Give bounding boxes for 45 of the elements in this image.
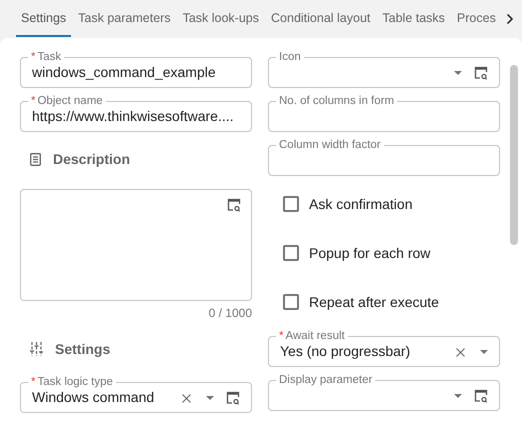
field-label: * Task logic type (31, 376, 113, 388)
sliders-icon (30, 342, 43, 356)
checkbox-label: Popup for each row (309, 244, 430, 263)
form-field[interactable]: Icon (268, 51, 500, 88)
field-label: * Object name (31, 95, 103, 107)
section-heading: Settings (55, 340, 110, 359)
lookup-icon[interactable] (474, 66, 488, 80)
dropdown-caret-icon[interactable] (206, 396, 214, 400)
lookup-icon[interactable] (474, 389, 488, 403)
tab[interactable]: Conditional layout (266, 0, 376, 37)
field-label: * Await result (279, 330, 345, 342)
character-counter: 0 / 1000 (208, 305, 252, 322)
section-heading: Description (53, 150, 130, 169)
document-icon (30, 152, 41, 166)
field-label: Icon (279, 51, 301, 63)
checkbox[interactable] (283, 196, 299, 212)
dropdown-caret-icon[interactable] (454, 394, 462, 398)
field-value: Windows command (32, 389, 154, 405)
form-field[interactable]: Display parameter (268, 374, 500, 411)
field-value: Yes (no progressbar) (280, 343, 410, 359)
tab[interactable]: Task look-ups (178, 0, 264, 37)
checkbox[interactable] (283, 245, 299, 261)
field-value: windows_command_example (32, 64, 216, 80)
form-field[interactable]: * Task windows_command_example (20, 51, 252, 88)
form-field[interactable]: * Object name https://www.thinkwisesoftware.... (20, 95, 252, 132)
field-label: Column width factor (279, 139, 381, 151)
scrollbar-thumb[interactable] (510, 65, 518, 245)
form-field[interactable]: * Await result Yes (no progressbar) (268, 330, 500, 367)
tab[interactable]: Task parameters (73, 0, 176, 37)
field-value: https://www.thinkwisesoftware.... (32, 108, 234, 124)
form-field[interactable]: Column width factor (268, 139, 500, 176)
lookup-icon[interactable] (227, 198, 241, 212)
dropdown-caret-icon[interactable] (480, 350, 488, 354)
tab[interactable]: Table tasks (377, 0, 450, 37)
field-label: Display parameter (279, 374, 372, 386)
field-label: * Task (31, 51, 62, 63)
form-field[interactable]: * Task logic type Windows command (20, 376, 252, 413)
tab[interactable]: Proces (452, 0, 501, 37)
lookup-icon[interactable] (226, 391, 240, 405)
checkbox[interactable] (283, 294, 299, 310)
checkbox-label: Repeat after execute (309, 292, 439, 312)
field-label: No. of columns in form (279, 95, 394, 107)
checkbox-label: Ask confirmation (309, 194, 412, 214)
form-field[interactable]: No. of columns in form (268, 95, 500, 132)
dropdown-caret-icon[interactable] (454, 71, 462, 75)
